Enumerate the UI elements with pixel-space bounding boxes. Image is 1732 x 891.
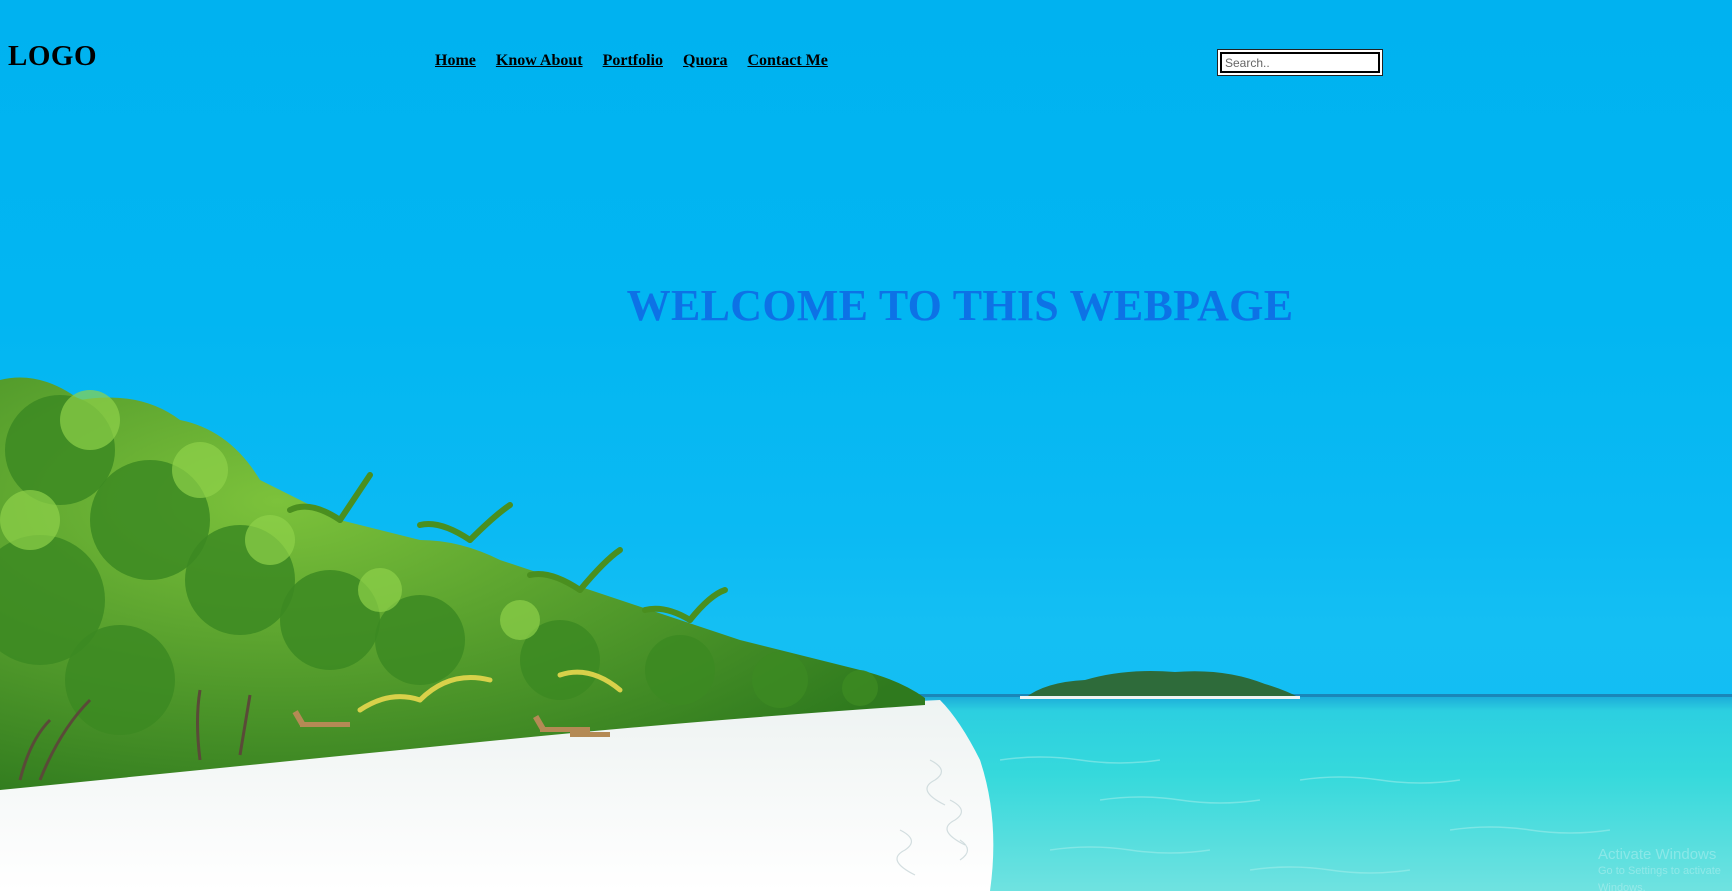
nav-list: Home Know About Portfolio Quora Contact …: [435, 52, 828, 70]
nav-item: Contact Me: [747, 52, 827, 70]
nav-link-home[interactable]: Home: [435, 52, 476, 69]
watermark-title: Activate Windows: [1598, 846, 1717, 863]
nav-link-know-about[interactable]: Know About: [496, 52, 583, 69]
activate-windows-watermark: Activate Windows Go to Settings to activ…: [1598, 846, 1732, 891]
nav-link-portfolio[interactable]: Portfolio: [603, 52, 663, 69]
watermark-subtitle: Go to Settings to activate Windows.: [1598, 865, 1721, 891]
nav-item: Portfolio: [603, 52, 663, 70]
beach-background-image: [0, 377, 1732, 891]
nav-item: Home: [435, 52, 476, 70]
nav-item: Know About: [496, 52, 583, 70]
hero-section: LOGO Home Know About Portfolio Quora Con…: [0, 0, 1732, 891]
search-input[interactable]: [1219, 51, 1381, 74]
nav-link-quora[interactable]: Quora: [683, 52, 727, 69]
welcome-heading: WELCOME TO THIS WEBPAGE: [626, 281, 1294, 330]
site-logo[interactable]: LOGO: [8, 40, 97, 73]
nav-link-contact-me[interactable]: Contact Me: [747, 52, 827, 69]
nav-item: Quora: [683, 52, 727, 70]
